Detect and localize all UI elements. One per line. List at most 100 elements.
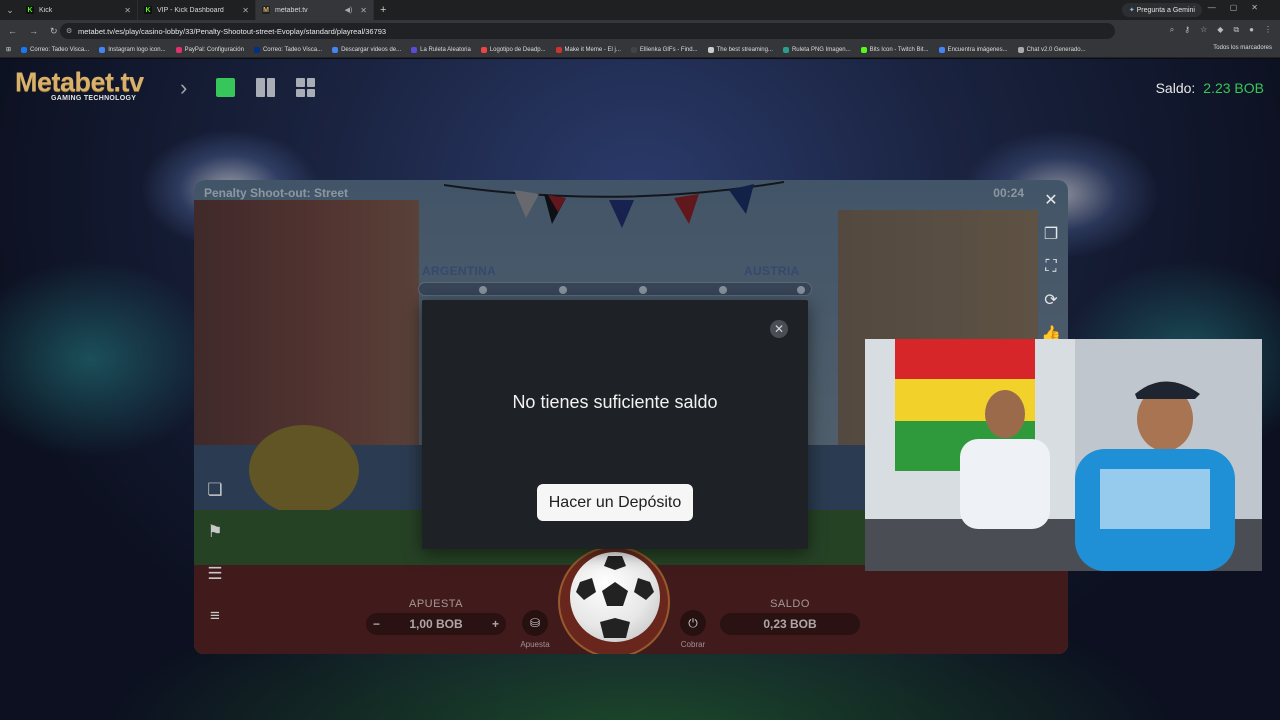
bookmark-item[interactable]: Instagram logo icon... bbox=[99, 46, 166, 53]
back-arrow-icon[interactable]: ← bbox=[8, 26, 17, 37]
soccer-ball-icon bbox=[576, 556, 654, 638]
tab-search-icon[interactable]: ⌄ bbox=[0, 0, 20, 20]
bookmark-item[interactable]: Make it Meme - El j... bbox=[555, 46, 621, 53]
bookmark-label: Instagram logo icon... bbox=[108, 46, 166, 53]
tab-title: Kick bbox=[39, 6, 53, 14]
bookmark-favicon-icon bbox=[411, 46, 418, 53]
tab-close-icon[interactable]: ✕ bbox=[242, 6, 249, 15]
tab-close-icon[interactable]: ✕ bbox=[360, 6, 367, 15]
bookmark-favicon-icon bbox=[707, 46, 714, 53]
browser-tab-metabet[interactable]: M metabet.tv ◀) ✕ bbox=[256, 0, 374, 20]
deposit-button[interactable]: Hacer un Depósito bbox=[537, 484, 693, 521]
bookmark-item[interactable]: Encuentra imágenes... bbox=[938, 46, 1008, 53]
game-title: Penalty Shoot-out: Street bbox=[204, 186, 349, 200]
fullscreen-icon[interactable]: ⛶ bbox=[1045, 258, 1056, 276]
header-balance: Saldo: 2.23 BOB bbox=[1156, 80, 1264, 96]
forward-arrow-icon[interactable]: → bbox=[29, 26, 38, 37]
popout-window-icon[interactable]: ❐ bbox=[1044, 224, 1058, 244]
kick-favicon-icon: K bbox=[26, 6, 34, 14]
bookmark-favicon-icon bbox=[782, 46, 789, 53]
metabet-page: Metabet.tv GAMING TECHNOLOGY › Saldo: 2.2… bbox=[0, 59, 1280, 720]
cashout-icon[interactable]: ⏻ bbox=[680, 610, 706, 636]
dialog-close-icon[interactable]: ✕ bbox=[770, 320, 788, 338]
shootout-progress bbox=[418, 282, 812, 296]
bookmark-label: Bits Icon - Twitch Bit... bbox=[869, 46, 929, 53]
tab-close-icon[interactable]: ✕ bbox=[124, 6, 131, 15]
team-right-name: AUSTRIA bbox=[744, 264, 800, 278]
profile-avatar-icon[interactable]: ● bbox=[1249, 25, 1254, 35]
bookmark-label: Chat v2.0 Generado... bbox=[1026, 46, 1086, 53]
bookmarks-bar: ⊞ Correo: Tadeo Visca... Instagram logo ic… bbox=[0, 42, 1280, 58]
webcam-feed-image bbox=[865, 339, 1262, 571]
site-info-icon[interactable]: ⚙ bbox=[66, 27, 72, 35]
dialog-message: No tienes suficiente saldo bbox=[512, 392, 718, 412]
refresh-icon[interactable]: ⟳ bbox=[1044, 290, 1057, 310]
bookmark-favicon-icon bbox=[860, 46, 867, 53]
all-bookmarks-folder[interactable]: Todos los marcadores bbox=[1213, 45, 1272, 51]
bookmark-item[interactable]: Descargar videos de... bbox=[332, 46, 401, 53]
bet-value: 1,00 BOB bbox=[409, 617, 463, 631]
extensions-puzzle-icon[interactable]: ⧉ bbox=[1233, 25, 1239, 35]
metabet-favicon-icon: M bbox=[262, 6, 270, 14]
bookmark-label: Correo: Tadeo Visca... bbox=[30, 46, 90, 53]
flags-icon[interactable]: ⚑ bbox=[204, 522, 226, 542]
url-field[interactable]: ⚙ metabet.tv/es/play/casino-lobby/33/Pen… bbox=[60, 23, 1115, 39]
bookmark-favicon-icon bbox=[938, 46, 945, 53]
chevron-right-icon[interactable]: › bbox=[180, 75, 187, 101]
bookmark-item[interactable]: Chat v2.0 Generado... bbox=[1017, 46, 1086, 53]
zoom-icon[interactable]: ⌕ bbox=[1170, 25, 1174, 35]
bookmark-item[interactable]: PayPal: Configuración bbox=[175, 46, 244, 53]
tab-title: VIP - Kick Dashboard bbox=[157, 6, 224, 14]
bookmark-label: La Ruleta Aleatoria bbox=[420, 46, 471, 53]
bookmark-favicon-icon bbox=[253, 46, 260, 53]
bookmark-item[interactable]: Correo: Tadeo Visca... bbox=[21, 46, 90, 53]
grid-view-icon[interactable] bbox=[296, 78, 315, 97]
bet-stepper: − 1,00 BOB + bbox=[366, 613, 506, 635]
bookmark-item[interactable]: Ruleta PNG Imagen... bbox=[782, 46, 851, 53]
game-balance-box: 0,23 BOB bbox=[720, 613, 860, 635]
progress-dot bbox=[479, 286, 487, 294]
bookmark-item[interactable]: The best streaming... bbox=[707, 46, 773, 53]
bookmark-label: Encuentra imágenes... bbox=[947, 46, 1008, 53]
bet-decrease-button[interactable]: − bbox=[373, 617, 380, 631]
browser-tab-kick[interactable]: K Kick ✕ bbox=[20, 0, 138, 20]
metabet-logo[interactable]: Metabet.tv GAMING TECHNOLOGY bbox=[15, 67, 144, 102]
extension-icon[interactable]: ◆ bbox=[1217, 25, 1223, 35]
chip-label: Apuesta bbox=[520, 640, 550, 649]
single-view-icon[interactable] bbox=[216, 78, 235, 97]
browser-tab-kick-dashboard[interactable]: K VIP - Kick Dashboard ✕ bbox=[138, 0, 256, 20]
progress-dot bbox=[559, 286, 567, 294]
bookmark-item[interactable]: Correo: Tadeo Visca... bbox=[253, 46, 322, 53]
balance-panel: SALDO 0,23 BOB bbox=[720, 598, 860, 635]
bookmark-item[interactable]: Bits Icon - Twitch Bit... bbox=[860, 46, 929, 53]
speaker-icon[interactable]: ◀) bbox=[345, 6, 353, 14]
split-view-icon[interactable] bbox=[256, 78, 275, 97]
bookmark-star-icon[interactable]: ☆ bbox=[1200, 25, 1207, 35]
password-key-icon[interactable]: ⚷ bbox=[1184, 25, 1190, 35]
bet-label: APUESTA bbox=[408, 598, 464, 610]
kick-ball-button[interactable] bbox=[570, 552, 660, 642]
window-controls[interactable]: —▢✕ bbox=[1208, 3, 1272, 12]
menu-icon[interactable]: ≡ bbox=[204, 606, 226, 626]
bookmark-item[interactable]: La Ruleta Aleatoria bbox=[411, 46, 471, 53]
bookmark-favicon-icon bbox=[332, 46, 339, 53]
new-tab-plus-icon[interactable]: + bbox=[380, 4, 386, 16]
history-icon[interactable]: ❏ bbox=[204, 480, 226, 500]
progress-dot bbox=[719, 286, 727, 294]
gemini-button[interactable]: ✦ Pregunta a Gemini bbox=[1121, 3, 1202, 17]
reload-icon[interactable]: ↻ bbox=[50, 26, 58, 37]
bookmark-favicon-icon bbox=[480, 46, 487, 53]
apps-grid-icon[interactable]: ⊞ bbox=[6, 46, 11, 53]
rules-icon[interactable]: ☰ bbox=[204, 564, 226, 584]
menu-kebab-icon[interactable]: ⋮ bbox=[1264, 25, 1272, 35]
bookmark-label: Make it Meme - El j... bbox=[564, 46, 621, 53]
bet-increase-button[interactable]: + bbox=[492, 617, 499, 631]
close-icon[interactable]: ✕ bbox=[1044, 190, 1057, 210]
game-balance-value: 0,23 BOB bbox=[763, 617, 817, 631]
bookmark-item[interactable]: Logotipo de Deadp... bbox=[480, 46, 546, 53]
browser-address-bar: ← → ↻ ⚙ metabet.tv/es/play/casino-lobby/… bbox=[0, 20, 1280, 42]
balance-value: 2.23 BOB bbox=[1203, 80, 1264, 96]
team-left-name: ARGENTINA bbox=[422, 264, 497, 278]
chip-stack-icon[interactable]: ⛁ bbox=[522, 610, 548, 636]
bookmark-item[interactable]: Ellienka GIFs - Find... bbox=[630, 46, 698, 53]
